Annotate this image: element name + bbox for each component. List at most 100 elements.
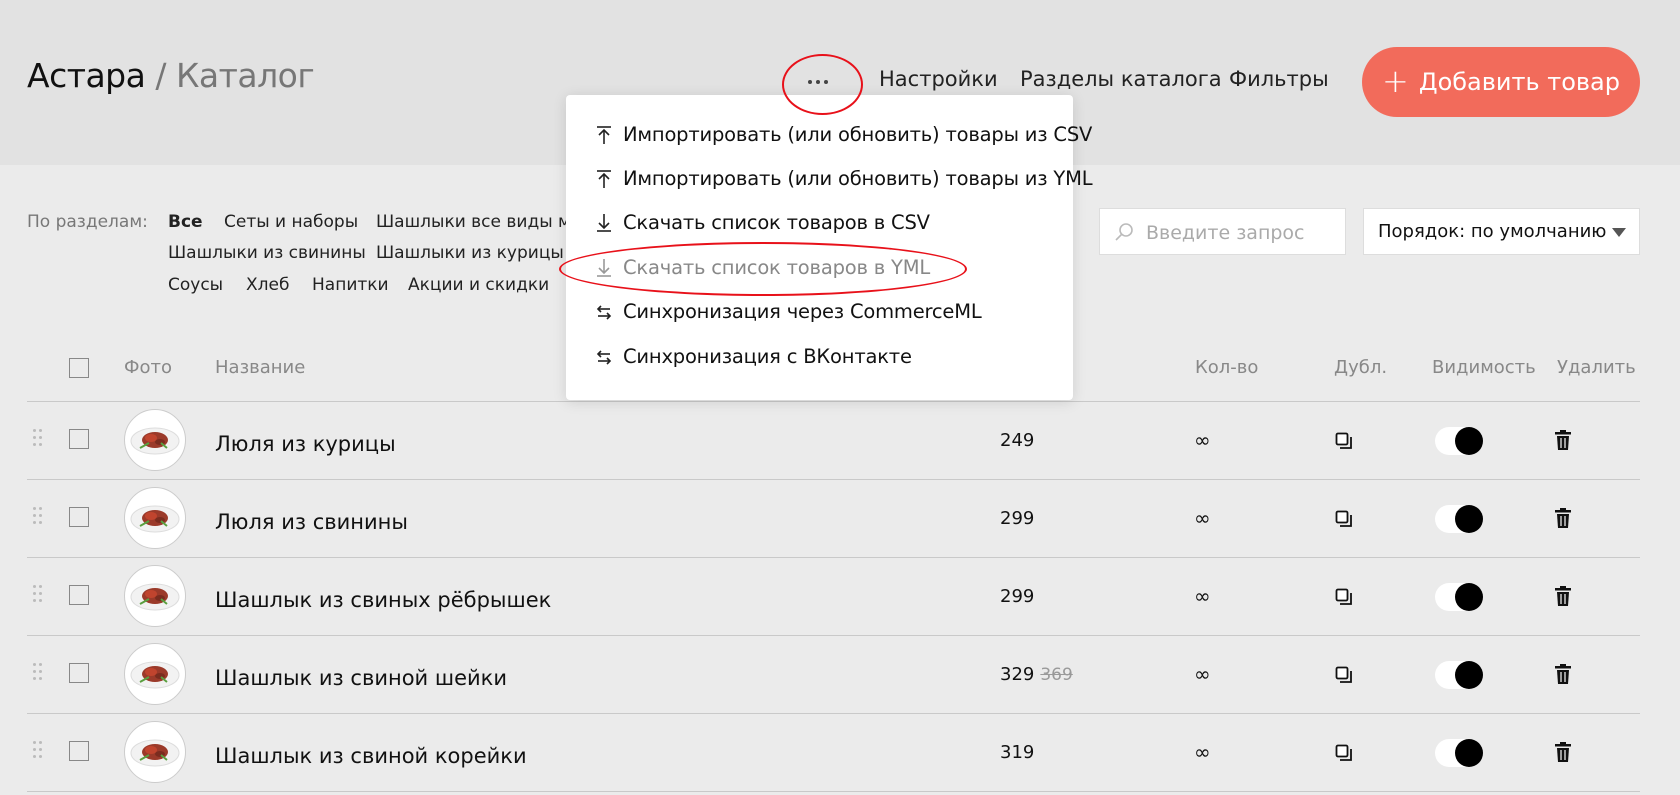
catalog-sections-link[interactable]: Разделы каталога — [1020, 67, 1222, 91]
price-value: 299 — [1000, 508, 1035, 529]
upload-icon — [597, 126, 611, 144]
visibility-toggle[interactable] — [1435, 583, 1483, 611]
menu-import-csv[interactable]: Импортировать (или обновить) товары из C… — [566, 116, 1092, 154]
column-duplicate: Дубл. — [1334, 357, 1388, 378]
visibility-toggle[interactable] — [1435, 661, 1483, 689]
product-photo[interactable] — [124, 409, 186, 471]
old-price: 369 — [1040, 665, 1073, 685]
more-options-button[interactable] — [796, 74, 840, 90]
drag-handle-icon[interactable] — [33, 663, 43, 683]
visibility-toggle[interactable] — [1435, 427, 1483, 455]
menu-download-csv[interactable]: Скачать список товаров в CSV — [566, 204, 1073, 242]
divider — [27, 791, 1640, 792]
product-name[interactable]: Шашлык из свиной шейки — [215, 666, 507, 690]
product-qty[interactable]: ∞ — [1194, 662, 1211, 686]
product-photo[interactable] — [124, 643, 186, 705]
visibility-toggle[interactable] — [1435, 739, 1483, 767]
product-qty[interactable]: ∞ — [1194, 428, 1211, 452]
product-name[interactable]: Шашлык из свиной корейки — [215, 744, 527, 768]
row-checkbox[interactable] — [69, 663, 89, 683]
toggle-knob — [1455, 739, 1483, 767]
menu-item-label: Импортировать (или обновить) товары из C… — [623, 123, 1093, 146]
search-input[interactable] — [1144, 209, 1343, 256]
more-dot-icon — [824, 80, 828, 84]
breadcrumb-separator: / — [155, 56, 166, 95]
category-sets[interactable]: Сеты и наборы — [224, 212, 358, 232]
caret-down-icon — [1612, 228, 1626, 237]
select-all-checkbox[interactable] — [69, 358, 89, 378]
trash-icon[interactable] — [1555, 586, 1571, 606]
duplicate-icon[interactable] — [1335, 588, 1353, 606]
menu-item-label: Импортировать (или обновить) товары из Y… — [623, 167, 1093, 190]
product-name[interactable]: Люля из свинины — [215, 510, 408, 534]
trash-icon[interactable] — [1555, 664, 1571, 684]
drag-handle-icon[interactable] — [33, 741, 43, 761]
column-delete: Удалить — [1557, 357, 1636, 378]
product-price: 249 — [1000, 430, 1040, 451]
row-checkbox[interactable] — [69, 741, 89, 761]
price-value: 299 — [1000, 586, 1035, 607]
more-dot-icon — [816, 80, 820, 84]
duplicate-icon[interactable] — [1335, 432, 1353, 450]
product-photo[interactable] — [124, 565, 186, 627]
menu-download-yml[interactable]: Скачать список товаров в YML — [566, 249, 1073, 287]
duplicate-icon[interactable] — [1335, 510, 1353, 528]
menu-item-label: Скачать список товаров в YML — [623, 256, 931, 279]
settings-link[interactable]: Настройки — [879, 67, 998, 91]
duplicate-icon[interactable] — [1335, 744, 1353, 762]
sync-icon — [596, 305, 612, 320]
product-price: 329 369 — [1000, 664, 1073, 685]
category-chicken[interactable]: Шашлыки из курицы — [376, 243, 564, 263]
menu-item-label: Синхронизация через CommerceML — [623, 300, 982, 323]
toggle-knob — [1455, 661, 1483, 689]
product-price: 299 — [1000, 508, 1040, 529]
trash-icon[interactable] — [1555, 430, 1571, 450]
filters-link[interactable]: Фильтры — [1229, 67, 1329, 91]
duplicate-icon[interactable] — [1335, 666, 1353, 684]
menu-sync-vk[interactable]: Синхронизация с ВКонтакте — [566, 338, 1073, 376]
column-qty[interactable]: Кол-во — [1195, 357, 1258, 378]
sort-select[interactable]: Порядок: по умолчанию — [1363, 208, 1640, 255]
sort-label: Порядок: по умолчанию — [1378, 221, 1607, 242]
table-row: Люля из свинины 299 ∞ — [0, 480, 1680, 558]
table-row: Люля из курицы 249 ∞ — [0, 402, 1680, 480]
category-pork[interactable]: Шашлыки из свинины — [168, 243, 366, 263]
visibility-toggle[interactable] — [1435, 505, 1483, 533]
row-checkbox[interactable] — [69, 585, 89, 605]
column-visibility: Видимость — [1432, 357, 1536, 378]
search-box — [1099, 208, 1346, 256]
category-sauces[interactable]: Соусы — [168, 275, 223, 295]
product-qty[interactable]: ∞ — [1194, 740, 1211, 764]
row-checkbox[interactable] — [69, 507, 89, 527]
product-qty[interactable]: ∞ — [1194, 584, 1211, 608]
toggle-knob — [1455, 505, 1483, 533]
product-name[interactable]: Люля из курицы — [215, 432, 396, 456]
drag-handle-icon[interactable] — [33, 507, 43, 527]
toggle-knob — [1455, 427, 1483, 455]
product-qty[interactable]: ∞ — [1194, 506, 1211, 530]
category-promo[interactable]: Акции и скидки — [408, 275, 549, 295]
drag-handle-icon[interactable] — [33, 585, 43, 605]
trash-icon[interactable] — [1555, 508, 1571, 528]
trash-icon[interactable] — [1555, 742, 1571, 762]
menu-item-label: Скачать список товаров в CSV — [623, 211, 930, 234]
category-all-shashlik[interactable]: Шашлыки все виды мя — [376, 212, 581, 232]
column-name[interactable]: Название — [215, 357, 305, 378]
add-product-button[interactable]: + Добавить товар — [1362, 47, 1640, 117]
product-photo[interactable] — [124, 487, 186, 549]
price-value: 329 — [1000, 664, 1035, 685]
menu-sync-commerceml[interactable]: Синхронизация через CommerceML — [566, 293, 1073, 331]
drag-handle-icon[interactable] — [33, 429, 43, 449]
breadcrumb-shop[interactable]: Астара — [27, 56, 146, 95]
more-dot-icon — [808, 80, 812, 84]
product-photo[interactable] — [124, 721, 186, 783]
table-row: Шашлык из свиной шейки 329 369 ∞ — [0, 636, 1680, 714]
category-drinks[interactable]: Напитки — [312, 275, 389, 295]
table-row: Шашлык из свиной корейки 319 ∞ — [0, 714, 1680, 792]
product-name[interactable]: Шашлык из свиных рёбрышек — [215, 588, 551, 612]
menu-import-yml[interactable]: Импортировать (или обновить) товары из Y… — [566, 160, 1093, 198]
category-bread[interactable]: Хлеб — [246, 275, 289, 295]
search-icon — [1115, 223, 1133, 241]
row-checkbox[interactable] — [69, 429, 89, 449]
category-all[interactable]: Все — [168, 212, 203, 232]
